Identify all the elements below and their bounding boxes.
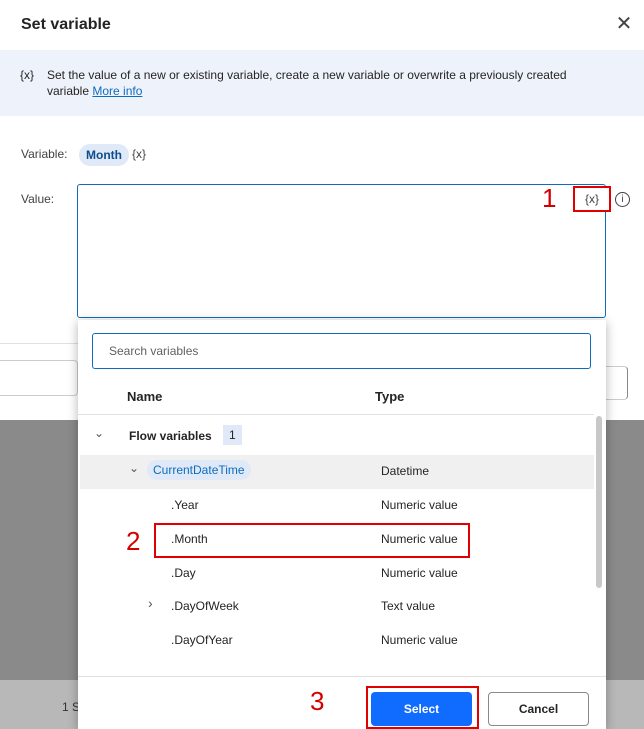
- variable-type: Numeric value: [381, 566, 458, 580]
- hidden-button-left: [0, 360, 78, 396]
- dialog-title: Set variable: [21, 16, 111, 33]
- variable-type: Text value: [381, 599, 436, 613]
- variable-icon: {x}: [20, 68, 35, 82]
- footer-divider: [78, 676, 606, 677]
- more-info-link[interactable]: More info: [92, 84, 142, 98]
- tree-row-year[interactable]: .Year Numeric value: [80, 489, 594, 523]
- chevron-down-icon[interactable]: ⌄: [129, 461, 139, 475]
- scrollbar-thumb[interactable]: [596, 416, 602, 588]
- divider: [0, 343, 80, 344]
- chevron-down-icon[interactable]: ⌄: [94, 426, 104, 440]
- info-text: Set the value of a new or existing varia…: [47, 67, 607, 99]
- step-1-label: 1: [542, 183, 557, 213]
- variable-type: Numeric value: [381, 633, 458, 647]
- variable-type: Numeric value: [381, 498, 458, 512]
- annotation-highlight-month: [154, 523, 470, 558]
- group-label: Flow variables: [129, 429, 212, 443]
- group-count-badge: 1: [223, 425, 242, 445]
- tree-row-dayofweek[interactable]: › .DayOfWeek Text value: [80, 590, 594, 624]
- step-2-label: 2: [126, 526, 141, 556]
- variable-type: Datetime: [381, 464, 430, 478]
- value-input[interactable]: [77, 184, 606, 318]
- variable-name: .Year: [171, 498, 199, 512]
- search-variables-input[interactable]: [92, 333, 591, 369]
- hidden-button-right: [605, 366, 628, 400]
- variable-name-chip[interactable]: Month: [79, 144, 129, 166]
- variable-name: .DayOfWeek: [171, 599, 239, 613]
- column-header-type: Type: [375, 389, 405, 404]
- header-divider: [78, 414, 606, 415]
- variable-name: .DayOfYear: [171, 633, 233, 647]
- tree-row-dayofyear[interactable]: .DayOfYear Numeric value: [80, 624, 594, 658]
- variable-chip: CurrentDateTime: [147, 460, 251, 480]
- variable-picker-button[interactable]: {x}: [573, 186, 611, 212]
- value-label: Value:: [21, 192, 55, 206]
- variable-name: .Day: [171, 566, 196, 580]
- variable-edit-icon[interactable]: {x}: [132, 147, 146, 161]
- variable-label: Variable:: [21, 147, 68, 161]
- close-icon[interactable]: ✕: [612, 12, 636, 36]
- select-button[interactable]: Select: [371, 692, 472, 726]
- tree-row-day[interactable]: .Day Numeric value: [80, 557, 594, 591]
- group-row-flow-variables[interactable]: ⌄ Flow variables 1: [80, 420, 594, 454]
- chevron-right-icon[interactable]: ›: [148, 595, 153, 611]
- step-3-label: 3: [310, 686, 325, 716]
- tree-row-currentdatetime[interactable]: ⌄ CurrentDateTime Datetime: [80, 455, 594, 489]
- column-header-name: Name: [127, 389, 163, 404]
- info-icon[interactable]: i: [615, 192, 630, 207]
- cancel-button[interactable]: Cancel: [488, 692, 589, 726]
